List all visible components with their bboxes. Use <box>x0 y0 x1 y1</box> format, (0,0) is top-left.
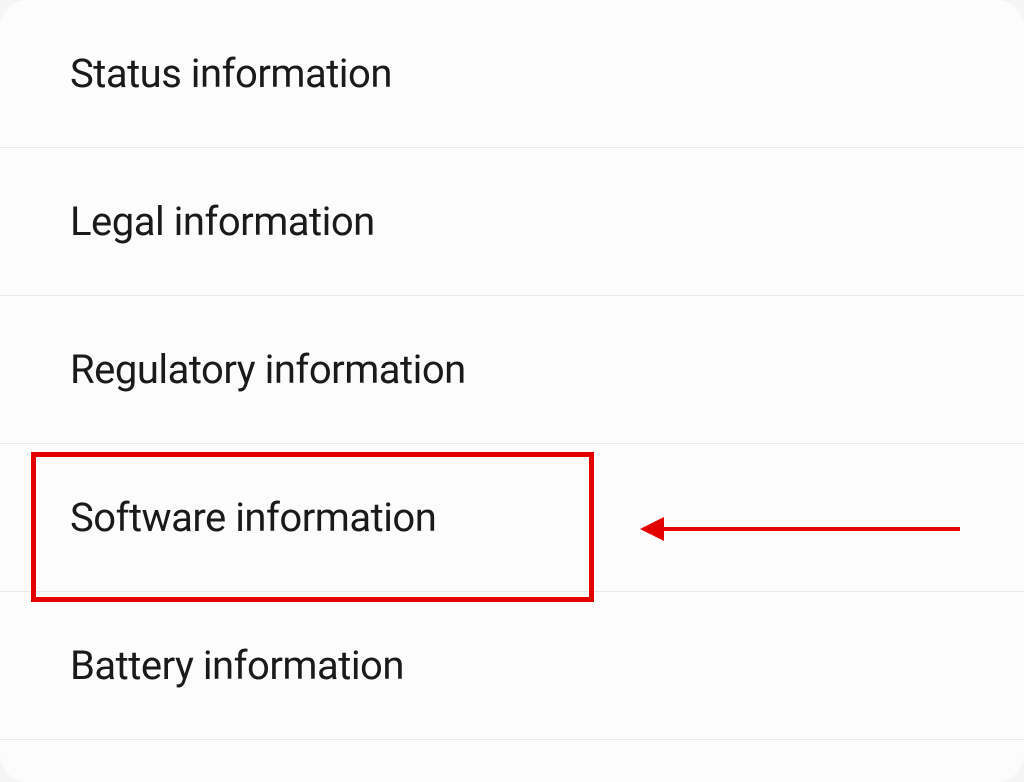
settings-list: Status information Legal information Reg… <box>0 0 1024 782</box>
list-item-software-information[interactable]: Software information <box>0 444 1024 592</box>
list-item-regulatory-information[interactable]: Regulatory information <box>0 296 1024 444</box>
list-item-legal-information[interactable]: Legal information <box>0 148 1024 296</box>
list-item-label: Battery information <box>70 642 404 689</box>
list-item-label: Regulatory information <box>70 346 466 393</box>
list-item-battery-information[interactable]: Battery information <box>0 592 1024 740</box>
list-item-status-information[interactable]: Status information <box>0 0 1024 148</box>
list-item-label: Legal information <box>70 198 375 245</box>
list-item-label: Software information <box>70 494 436 541</box>
list-item-label: Status information <box>70 50 392 97</box>
